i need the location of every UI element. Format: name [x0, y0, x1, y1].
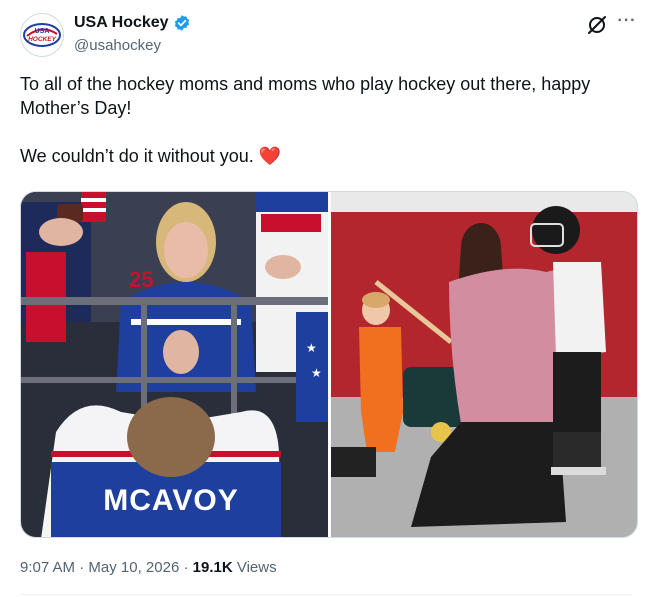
tweet-meta: 9:07 AM · May 10, 2026 · 19.1K Views [20, 559, 277, 576]
svg-text:USA: USA [35, 28, 50, 35]
svg-text:★: ★ [306, 341, 317, 355]
grok-icon[interactable] [586, 14, 608, 36]
account-name[interactable]: USA Hockey [74, 14, 169, 32]
tweet-line-1: To all of the hockey moms and moms who p… [20, 74, 591, 118]
more-icon[interactable]: ··· [616, 12, 638, 34]
account-handle[interactable]: @usahockey [74, 37, 161, 54]
media-grid: 25 ★ ★ MCAVOY [20, 191, 638, 538]
verified-badge-icon [174, 15, 189, 31]
tweet-line-2: We couldn’t do it without you. ❤️ [20, 144, 632, 168]
photo-mom-and-kids[interactable] [331, 192, 637, 537]
svg-text:★: ★ [311, 366, 322, 380]
avatar[interactable]: USA HOCKEY [20, 13, 64, 57]
heart-emoji-icon: ❤️ [258, 146, 282, 166]
player-jersey-name: MCAVOY [103, 484, 238, 517]
tweet-line-2-text: We couldn’t do it without you. [20, 146, 254, 166]
meta-separator: · [79, 559, 85, 576]
tweet-text: To all of the hockey moms and moms who p… [20, 72, 632, 168]
photo-hockey-fan-reunion[interactable]: 25 ★ ★ MCAVOY [21, 192, 328, 537]
fan-jersey-number: 25 [129, 267, 153, 292]
svg-text:HOCKEY: HOCKEY [28, 36, 56, 43]
tweet-date[interactable]: May 10, 2026 [88, 559, 179, 576]
views-label: Views [236, 559, 277, 576]
usa-hockey-logo: USA HOCKEY [23, 23, 61, 47]
views-count[interactable]: 19.1K [193, 559, 233, 576]
meta-separator-2: · [183, 559, 189, 576]
tweet-time[interactable]: 9:07 AM [20, 559, 75, 576]
account-name-row: USA Hockey [74, 14, 191, 32]
divider [20, 594, 632, 595]
